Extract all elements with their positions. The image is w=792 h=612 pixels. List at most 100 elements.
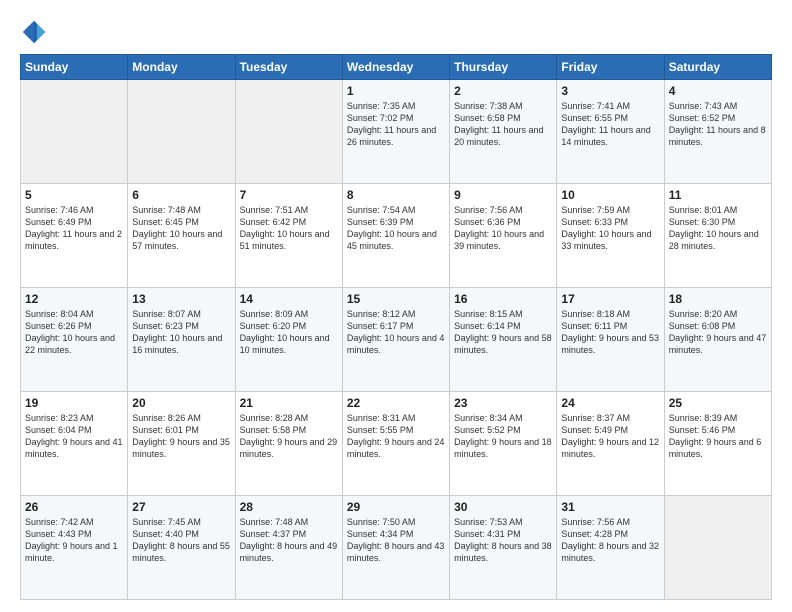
cell-info: Sunrise: 7:56 AMSunset: 6:36 PMDaylight:… [454, 204, 552, 253]
cell-info: Sunrise: 7:46 AMSunset: 6:49 PMDaylight:… [25, 204, 123, 253]
day-number: 20 [132, 396, 230, 410]
day-number: 16 [454, 292, 552, 306]
day-number: 23 [454, 396, 552, 410]
day-number: 31 [561, 500, 659, 514]
weekday-header: Tuesday [235, 55, 342, 80]
day-number: 5 [25, 188, 123, 202]
calendar-cell: 11Sunrise: 8:01 AMSunset: 6:30 PMDayligh… [664, 184, 771, 288]
cell-info: Sunrise: 8:28 AMSunset: 5:58 PMDaylight:… [240, 412, 338, 461]
calendar-cell: 10 Sunrise: 7:59 AMSunset: 6:33 PMDayligh… [557, 184, 664, 288]
calendar-cell: 6 Sunrise: 7:48 AMSunset: 6:45 PMDaylight… [128, 184, 235, 288]
day-number: 3 [561, 84, 659, 98]
calendar-cell: 16 Sunrise: 8:15 AMSunset: 6:14 PMDayligh… [450, 288, 557, 392]
cell-info: Sunrise: 7:48 AMSunset: 4:37 PMDaylight:… [240, 516, 338, 565]
cell-info: Sunrise: 8:34 AMSunset: 5:52 PMDaylight:… [454, 412, 552, 461]
cell-info: Sunrise: 7:59 AMSunset: 6:33 PMDaylight:… [561, 204, 659, 253]
calendar-cell: 2Sunrise: 7:38 AMSunset: 6:58 PMDaylight… [450, 80, 557, 184]
calendar-cell: 14Sunrise: 8:09 AMSunset: 6:20 PMDayligh… [235, 288, 342, 392]
calendar-cell: 30 Sunrise: 7:53 AMSunset: 4:31 PMDayligh… [450, 496, 557, 600]
day-number: 18 [669, 292, 767, 306]
day-number: 25 [669, 396, 767, 410]
day-number: 30 [454, 500, 552, 514]
calendar-cell: 9Sunrise: 7:56 AMSunset: 6:36 PMDaylight… [450, 184, 557, 288]
calendar-cell: 31 Sunrise: 7:56 AMSunset: 4:28 PMDayligh… [557, 496, 664, 600]
calendar-cell: 24Sunrise: 8:37 AMSunset: 5:49 PMDayligh… [557, 392, 664, 496]
cell-info: Sunrise: 7:45 AMSunset: 4:40 PMDaylight:… [132, 516, 230, 565]
day-number: 12 [25, 292, 123, 306]
cell-info: Sunrise: 8:04 AMSunset: 6:26 PMDaylight:… [25, 308, 123, 357]
calendar-cell [664, 496, 771, 600]
calendar-table: SundayMondayTuesdayWednesdayThursdayFrid… [20, 54, 772, 600]
cell-info: Sunrise: 7:35 AMSunset: 7:02 PMDaylight:… [347, 100, 445, 149]
calendar-cell: 18 Sunrise: 8:20 AMSunset: 6:08 PMDayligh… [664, 288, 771, 392]
calendar-header-row: SundayMondayTuesdayWednesdayThursdayFrid… [21, 55, 772, 80]
calendar-week-row: 1 Sunrise: 7:35 AMSunset: 7:02 PMDaylight… [21, 80, 772, 184]
day-number: 8 [347, 188, 445, 202]
weekday-header: Sunday [21, 55, 128, 80]
weekday-header: Wednesday [342, 55, 449, 80]
calendar-cell: 27 Sunrise: 7:45 AMSunset: 4:40 PMDayligh… [128, 496, 235, 600]
cell-info: Sunrise: 8:09 AMSunset: 6:20 PMDaylight:… [240, 308, 338, 357]
calendar-cell: 19 Sunrise: 8:23 AMSunset: 6:04 PMDayligh… [21, 392, 128, 496]
calendar-cell: 22 Sunrise: 8:31 AMSunset: 5:55 PMDayligh… [342, 392, 449, 496]
cell-info: Sunrise: 8:18 AMSunset: 6:11 PMDaylight:… [561, 308, 659, 357]
page: SundayMondayTuesdayWednesdayThursdayFrid… [0, 0, 792, 612]
day-number: 26 [25, 500, 123, 514]
calendar-cell: 8 Sunrise: 7:54 AMSunset: 6:39 PMDaylight… [342, 184, 449, 288]
weekday-header: Thursday [450, 55, 557, 80]
day-number: 28 [240, 500, 338, 514]
calendar-cell: 25 Sunrise: 8:39 AMSunset: 5:46 PMDayligh… [664, 392, 771, 496]
cell-info: Sunrise: 8:23 AMSunset: 6:04 PMDaylight:… [25, 412, 123, 461]
day-number: 11 [669, 188, 767, 202]
calendar-cell: 13Sunrise: 8:07 AMSunset: 6:23 PMDayligh… [128, 288, 235, 392]
weekday-header: Saturday [664, 55, 771, 80]
calendar-cell: 20 Sunrise: 8:26 AMSunset: 6:01 PMDayligh… [128, 392, 235, 496]
cell-info: Sunrise: 8:26 AMSunset: 6:01 PMDaylight:… [132, 412, 230, 461]
cell-info: Sunrise: 8:07 AMSunset: 6:23 PMDaylight:… [132, 308, 230, 357]
day-number: 2 [454, 84, 552, 98]
calendar-cell: 21 Sunrise: 8:28 AMSunset: 5:58 PMDayligh… [235, 392, 342, 496]
cell-info: Sunrise: 7:56 AMSunset: 4:28 PMDaylight:… [561, 516, 659, 565]
calendar-cell: 1 Sunrise: 7:35 AMSunset: 7:02 PMDaylight… [342, 80, 449, 184]
calendar-week-row: 5 Sunrise: 7:46 AMSunset: 6:49 PMDaylight… [21, 184, 772, 288]
calendar-week-row: 12 Sunrise: 8:04 AMSunset: 6:26 PMDayligh… [21, 288, 772, 392]
calendar-week-row: 26 Sunrise: 7:42 AMSunset: 4:43 PMDayligh… [21, 496, 772, 600]
day-number: 22 [347, 396, 445, 410]
cell-info: Sunrise: 8:20 AMSunset: 6:08 PMDaylight:… [669, 308, 767, 357]
day-number: 1 [347, 84, 445, 98]
calendar-cell: 5 Sunrise: 7:46 AMSunset: 6:49 PMDaylight… [21, 184, 128, 288]
header [20, 18, 772, 46]
calendar-cell [21, 80, 128, 184]
day-number: 6 [132, 188, 230, 202]
calendar-cell: 3 Sunrise: 7:41 AMSunset: 6:55 PMDaylight… [557, 80, 664, 184]
cell-info: Sunrise: 7:54 AMSunset: 6:39 PMDaylight:… [347, 204, 445, 253]
cell-info: Sunrise: 7:53 AMSunset: 4:31 PMDaylight:… [454, 516, 552, 565]
cell-info: Sunrise: 7:42 AMSunset: 4:43 PMDaylight:… [25, 516, 123, 565]
calendar-cell [128, 80, 235, 184]
calendar-cell: 28 Sunrise: 7:48 AMSunset: 4:37 PMDayligh… [235, 496, 342, 600]
cell-info: Sunrise: 8:39 AMSunset: 5:46 PMDaylight:… [669, 412, 767, 461]
cell-info: Sunrise: 8:31 AMSunset: 5:55 PMDaylight:… [347, 412, 445, 461]
cell-info: Sunrise: 8:15 AMSunset: 6:14 PMDaylight:… [454, 308, 552, 357]
weekday-header: Friday [557, 55, 664, 80]
calendar-cell: 23 Sunrise: 8:34 AMSunset: 5:52 PMDayligh… [450, 392, 557, 496]
calendar-cell: 4 Sunrise: 7:43 AMSunset: 6:52 PMDaylight… [664, 80, 771, 184]
cell-info: Sunrise: 7:41 AMSunset: 6:55 PMDaylight:… [561, 100, 659, 149]
weekday-header: Monday [128, 55, 235, 80]
cell-info: Sunrise: 7:51 AMSunset: 6:42 PMDaylight:… [240, 204, 338, 253]
day-number: 21 [240, 396, 338, 410]
cell-info: Sunrise: 7:48 AMSunset: 6:45 PMDaylight:… [132, 204, 230, 253]
calendar-cell: 12 Sunrise: 8:04 AMSunset: 6:26 PMDayligh… [21, 288, 128, 392]
day-number: 10 [561, 188, 659, 202]
calendar-cell: 26 Sunrise: 7:42 AMSunset: 4:43 PMDayligh… [21, 496, 128, 600]
calendar-cell: 17Sunrise: 8:18 AMSunset: 6:11 PMDayligh… [557, 288, 664, 392]
calendar-cell: 29Sunrise: 7:50 AMSunset: 4:34 PMDayligh… [342, 496, 449, 600]
cell-info: Sunrise: 7:43 AMSunset: 6:52 PMDaylight:… [669, 100, 767, 149]
calendar-cell: 15Sunrise: 8:12 AMSunset: 6:17 PMDayligh… [342, 288, 449, 392]
day-number: 27 [132, 500, 230, 514]
day-number: 24 [561, 396, 659, 410]
logo-icon [20, 18, 48, 46]
calendar-week-row: 19 Sunrise: 8:23 AMSunset: 6:04 PMDayligh… [21, 392, 772, 496]
day-number: 4 [669, 84, 767, 98]
day-number: 19 [25, 396, 123, 410]
